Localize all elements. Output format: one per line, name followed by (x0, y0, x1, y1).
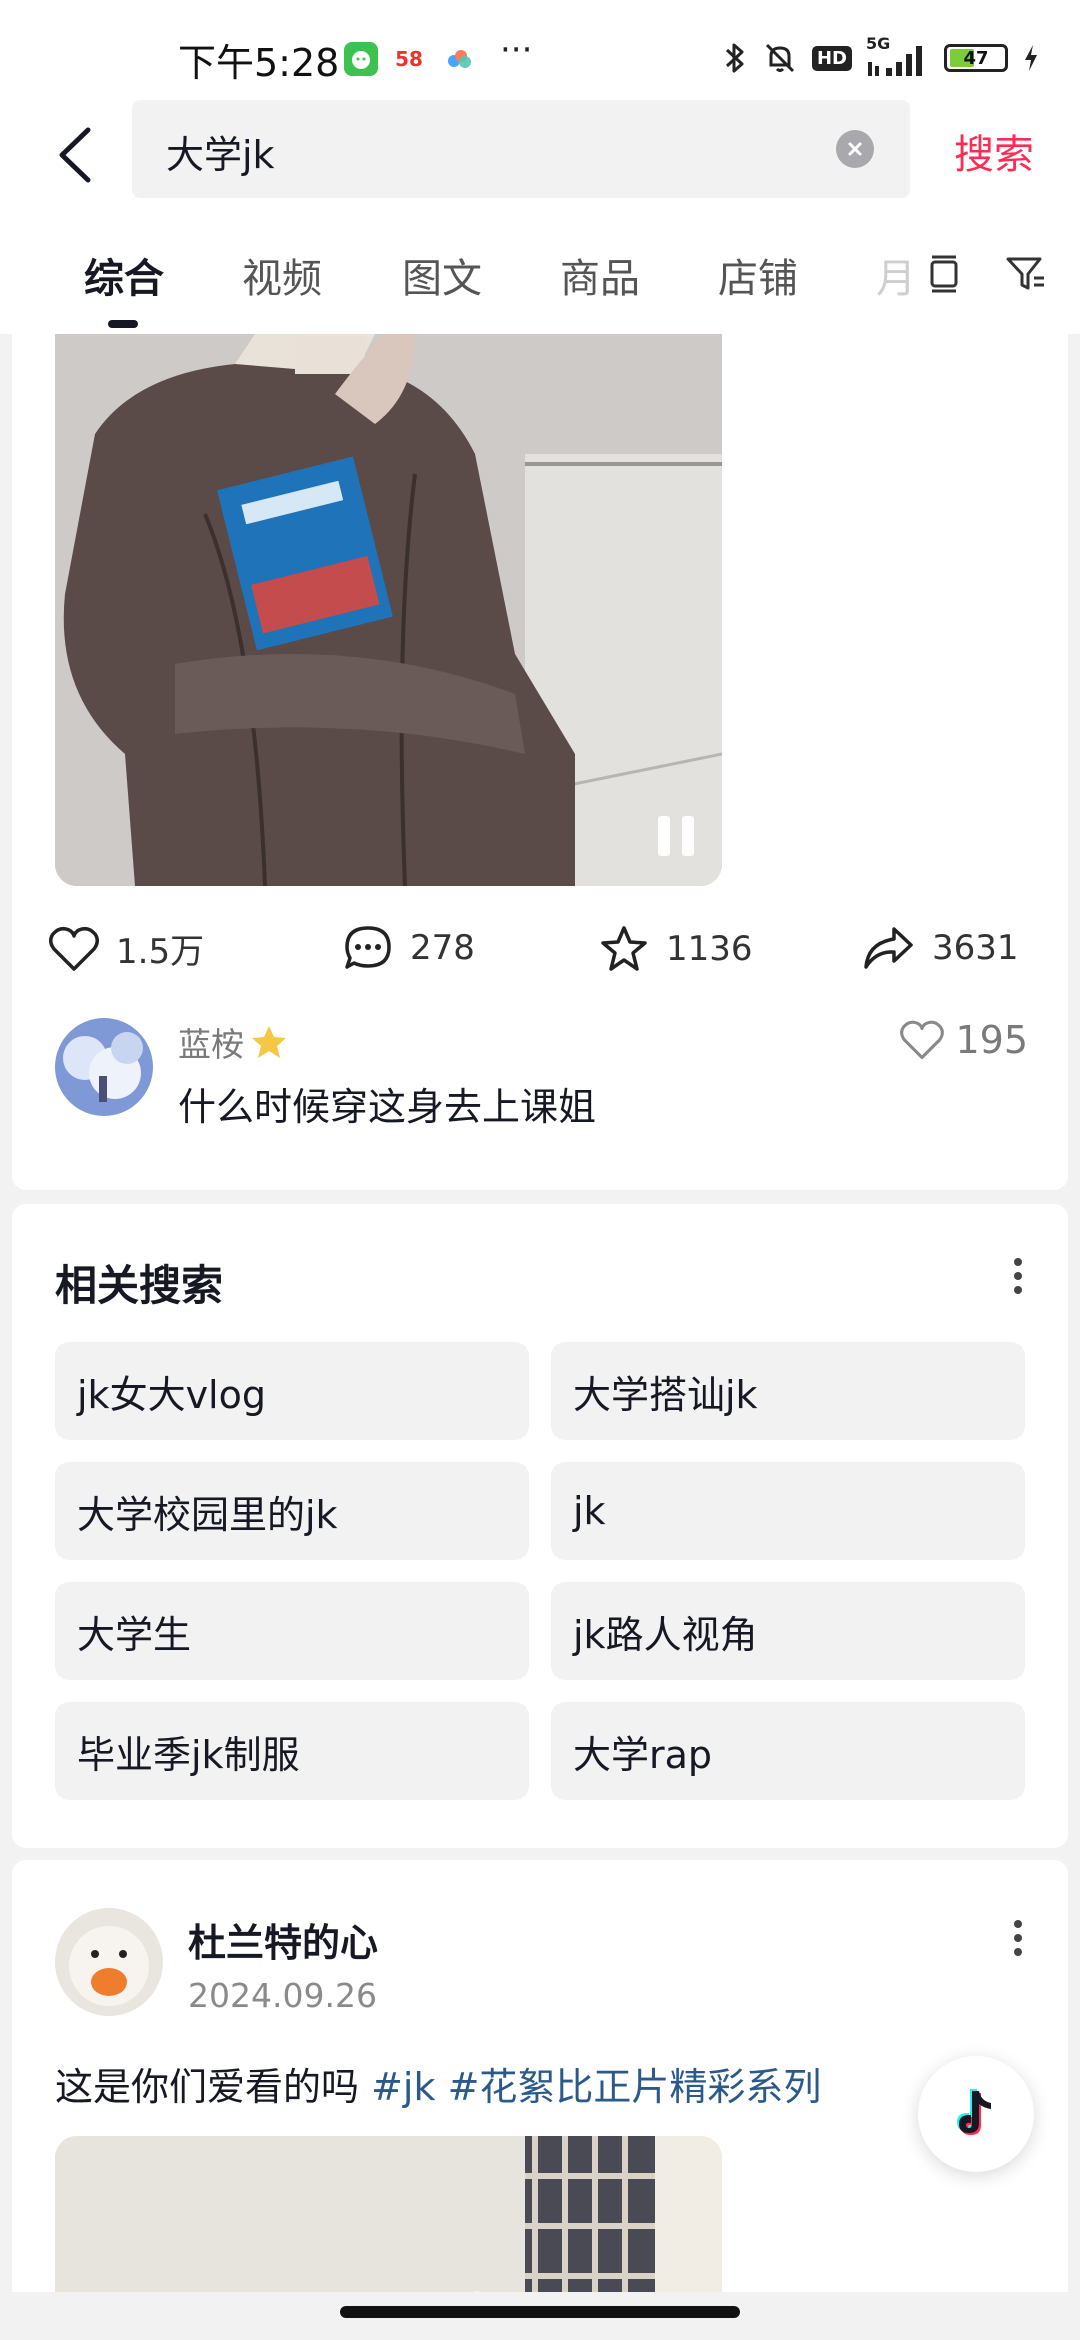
favorite-count: 1136 (666, 929, 753, 969)
avatar-image (55, 1908, 163, 2016)
search-query: 大学jk (166, 133, 275, 177)
related-item[interactable]: 毕业季jk制服 (55, 1702, 529, 1800)
battery-icon: 47 (944, 44, 1008, 72)
comment-like-count: 195 (955, 1018, 1028, 1062)
tab-user-partial[interactable]: 月 (876, 246, 916, 304)
home-indicator[interactable] (340, 2306, 740, 2318)
share-icon (864, 927, 913, 969)
tab-products[interactable]: 商品 (560, 246, 640, 304)
comment-icon (345, 926, 391, 969)
app-cloud-icon (442, 42, 476, 76)
signal-icon: 5G (866, 34, 930, 78)
related-item[interactable]: jk (551, 1462, 1025, 1560)
comment-button[interactable]: 278 (342, 924, 475, 972)
related-searches: 相关搜索 jk女大vlog 大学搭讪jk 大学校园里的jk jk 大学生 jk路… (12, 1204, 1068, 1848)
network-type: 5G (866, 34, 891, 53)
heart-icon (900, 1020, 945, 1060)
related-item[interactable]: 大学生 (55, 1582, 529, 1680)
filter-button[interactable] (1002, 250, 1050, 298)
star-icon (601, 926, 647, 971)
hashtag-link[interactable]: #jk (371, 2065, 435, 2109)
bluetooth-icon (722, 40, 748, 76)
top-comment[interactable]: 蓝桉 什么时候穿这身去上课姐 195 (12, 1018, 1068, 1138)
commenter-name[interactable]: 蓝桉 (178, 1018, 288, 1066)
hd-badge: HD (811, 45, 852, 71)
status-bar: 下午5:28 58 ··· HD 5G 47 (0, 0, 1080, 100)
back-arrow-icon (59, 127, 91, 183)
layout-icon (930, 255, 958, 293)
related-item[interactable]: jk女大vlog (55, 1342, 529, 1440)
pause-button[interactable] (658, 816, 694, 856)
related-more-button[interactable] (1012, 1254, 1024, 1298)
search-header: 大学jk 搜索 (0, 100, 1080, 216)
post-caption-text: 这是你们爱看的吗 (55, 2065, 372, 2109)
commenter-name-text: 蓝桉 (178, 1025, 244, 1064)
avatar-image (55, 1018, 153, 1116)
mute-bell-icon (762, 40, 798, 76)
layout-toggle-button[interactable] (920, 250, 968, 298)
status-time: 下午5:28 (178, 41, 340, 85)
commenter-avatar[interactable] (55, 1018, 153, 1116)
tab-stores[interactable]: 店铺 (718, 246, 798, 304)
clear-button[interactable] (836, 130, 874, 168)
douyin-fab-button[interactable] (918, 2056, 1034, 2172)
star-badge-icon (252, 1026, 286, 1058)
search-input[interactable]: 大学jk (132, 100, 910, 198)
like-button[interactable]: 1.5万 (48, 924, 204, 973)
author-avatar[interactable] (55, 1908, 163, 2016)
tab-video[interactable]: 视频 (242, 246, 322, 304)
share-button[interactable]: 3631 (860, 924, 1019, 972)
post-caption: 这是你们爱看的吗 #jk #花絮比正片精彩系列 (55, 2056, 821, 2111)
like-count: 1.5万 (116, 932, 205, 972)
related-item[interactable]: jk路人视角 (551, 1582, 1025, 1680)
comment-count: 278 (410, 928, 475, 968)
filter-icon (1006, 257, 1044, 290)
action-bar: 1.5万 278 1136 3631 (12, 914, 1068, 994)
post-more-button[interactable] (1012, 1916, 1024, 1960)
status-more-icon: ··· (500, 30, 533, 70)
related-item[interactable]: 大学校园里的jk (55, 1462, 529, 1560)
status-right-group: HD 5G 47 (722, 34, 1040, 78)
post-image: ? (55, 2136, 722, 2300)
comment-text: 什么时候穿这身去上课姐 (178, 1085, 597, 1129)
charging-icon (1022, 43, 1040, 73)
author-name[interactable]: 杜兰特的心 (188, 1912, 378, 1967)
related-item[interactable]: 大学rap (551, 1702, 1025, 1800)
hashtag-link[interactable]: #花絮比正片精彩系列 (448, 2065, 822, 2109)
clear-icon (848, 142, 862, 156)
video-thumbnail[interactable] (55, 334, 722, 886)
back-button[interactable] (50, 120, 110, 190)
heart-icon (49, 926, 99, 971)
related-title: 相关搜索 (55, 1261, 224, 1310)
post-thumbnail[interactable]: ? (55, 2136, 722, 2300)
more-vertical-icon (1014, 1920, 1022, 1956)
related-item[interactable]: 大学搭讪jk (551, 1342, 1025, 1440)
comment-like-button[interactable]: 195 (899, 1018, 1028, 1062)
post-date: 2024.09.26 (188, 1976, 377, 2015)
tab-image-text[interactable]: 图文 (402, 246, 482, 304)
post-card: 杜兰特的心 2024.09.26 这是你们爱看的吗 #jk #花絮比正片精彩系列… (12, 1860, 1068, 2300)
search-tabs: 综合 视频 图文 商品 店铺 月 (0, 216, 1080, 334)
tab-comprehensive[interactable]: 综合 (84, 246, 164, 304)
favorite-button[interactable]: 1136 (598, 924, 753, 974)
search-submit-button[interactable]: 搜索 (954, 122, 1034, 180)
active-tab-indicator (108, 320, 138, 328)
tiktok-icon (957, 2089, 991, 2135)
battery-level: 47 (963, 47, 989, 69)
video-result-card: 1.5万 278 1136 3631 蓝桉 什么时候穿这身去上课姐 195 (12, 334, 1068, 1190)
more-vertical-icon (1014, 1258, 1022, 1294)
share-count: 3631 (932, 928, 1019, 968)
app-notification-icon (344, 42, 378, 76)
video-frame-image (55, 334, 722, 886)
app-58-icon: 58 (392, 42, 426, 76)
app-58-label: 58 (395, 47, 423, 71)
